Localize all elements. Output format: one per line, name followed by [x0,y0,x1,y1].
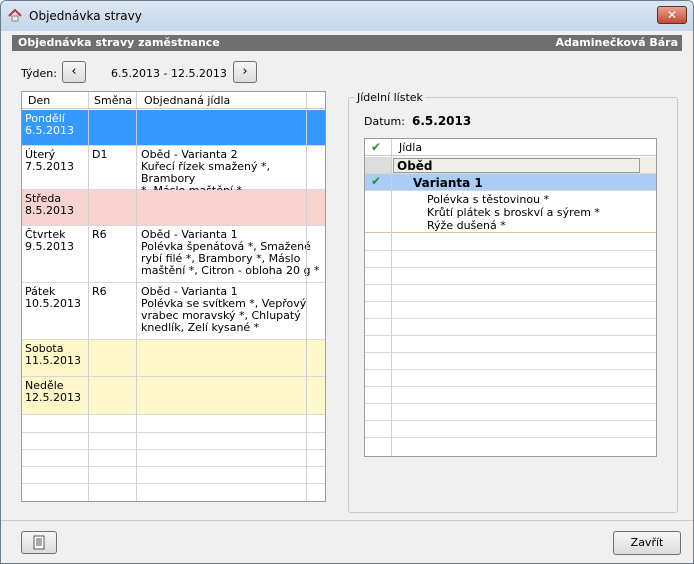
empty-row [365,353,656,370]
document-icon [33,535,45,550]
column-header-day[interactable]: Den [28,94,50,107]
empty-row [365,370,656,387]
empty-row [365,234,656,251]
day-row[interactable]: Pondělí 6.5.2013 [22,110,325,146]
week-range: 6.5.2013 - 12.5.2013 [111,67,227,80]
shift-cell: R6 [92,228,107,241]
row-indicator [365,157,391,173]
next-week-button[interactable]: › [233,61,257,83]
date-value: 6.5.2013 [412,114,472,128]
grid-line [22,449,325,450]
app-window: Objednávka stravy ✕ Objednávka stravy za… [0,0,694,564]
column-header-meals[interactable]: Jídla [399,141,422,154]
day-row[interactable]: Sobota 11.5.2013 [22,340,325,377]
day-cell: Středa 8.5.2013 [25,192,74,217]
day-row[interactable]: Čtvrtek 9.5.2013 R6 Oběd - Varianta 1 Po… [22,226,325,283]
empty-row [365,302,656,319]
header-title: Objednávka stravy zaměstnance [18,36,220,49]
column-header-meals[interactable]: Objednaná jídla [144,94,230,107]
meal-type-label: Oběd [397,159,433,173]
week-grid[interactable]: Den Směna Objednaná jídla Pondělí 6.5.20… [21,91,326,502]
day-cell: Neděle 12.5.2013 [25,379,81,404]
meal-type-row[interactable]: Oběd [365,157,656,174]
day-cell: Úterý 7.5.2013 [25,148,74,173]
close-button[interactable]: Zavřít [613,531,681,555]
shift-cell: D1 [92,148,108,161]
day-row[interactable]: Středa 8.5.2013 [22,190,325,226]
empty-row [365,285,656,302]
empty-row [365,387,656,404]
day-cell: Čtvrtek 9.5.2013 [25,228,74,253]
variant-label: Varianta 1 [413,176,483,190]
empty-row [365,268,656,285]
empty-row [365,251,656,268]
meal-items-row: Polévka s těstovinou * Krůtí plátek s br… [365,191,656,233]
menu-grid[interactable]: ✔ Jídla Oběd ✔ Varianta 1 Polévka s těst… [364,138,657,457]
header-bar: Objednávka stravy zaměstnance Adaminečko… [12,35,682,51]
column-divider [88,92,89,501]
empty-row [365,319,656,336]
day-cell: Pátek 10.5.2013 [25,285,81,310]
column-divider [391,139,392,456]
window-title: Objednávka stravy [29,9,142,23]
shift-cell: R6 [92,285,107,298]
week-grid-header: Den Směna Objednaná jídla [22,92,325,109]
checkmark-icon[interactable]: ✔ [371,140,381,154]
day-cell: Pondělí 6.5.2013 [25,112,74,137]
app-icon [8,8,22,22]
checkmark-icon: ✔ [371,174,382,188]
meals-cell: Oběd - Varianta 1 Polévka špenátová *, S… [141,228,320,277]
date-label: Datum: [364,115,405,128]
footer-divider [1,520,693,521]
meal-item: Polévka s těstovinou * [427,193,550,206]
grid-line [22,466,325,467]
column-header-shift[interactable]: Směna [94,94,132,107]
menu-grid-header: ✔ Jídla [365,139,656,156]
empty-row [365,421,656,438]
title-bar: Objednávka stravy ✕ [1,1,693,31]
empty-row [365,336,656,353]
meal-item: Rýže dušená * [427,219,506,232]
menu-group-label: Jídelní lístek [355,91,425,104]
column-divider [136,92,137,501]
empty-row [365,404,656,421]
window-close-button[interactable]: ✕ [657,6,687,24]
document-button[interactable] [21,531,57,554]
day-row[interactable]: Neděle 12.5.2013 [22,377,325,415]
employee-name: Adaminečková Bára [555,36,678,49]
grid-line [22,483,325,484]
column-divider [306,92,307,501]
meal-item: Krůtí plátek s broskví a sýrem * [427,206,600,219]
variant-row[interactable]: ✔ Varianta 1 [365,174,656,191]
day-row[interactable]: Pátek 10.5.2013 R6 Oběd - Varianta 1 Pol… [22,283,325,340]
meals-cell: Oběd - Varianta 1 Polévka se svítkem *, … [141,285,307,334]
prev-week-button[interactable]: ‹ [62,61,86,83]
day-cell: Sobota 11.5.2013 [25,342,81,367]
day-row[interactable]: Úterý 7.5.2013 D1 Oběd - Varianta 2 Kuře… [22,146,325,197]
week-label: Týden: [21,67,57,80]
grid-line [22,432,325,433]
